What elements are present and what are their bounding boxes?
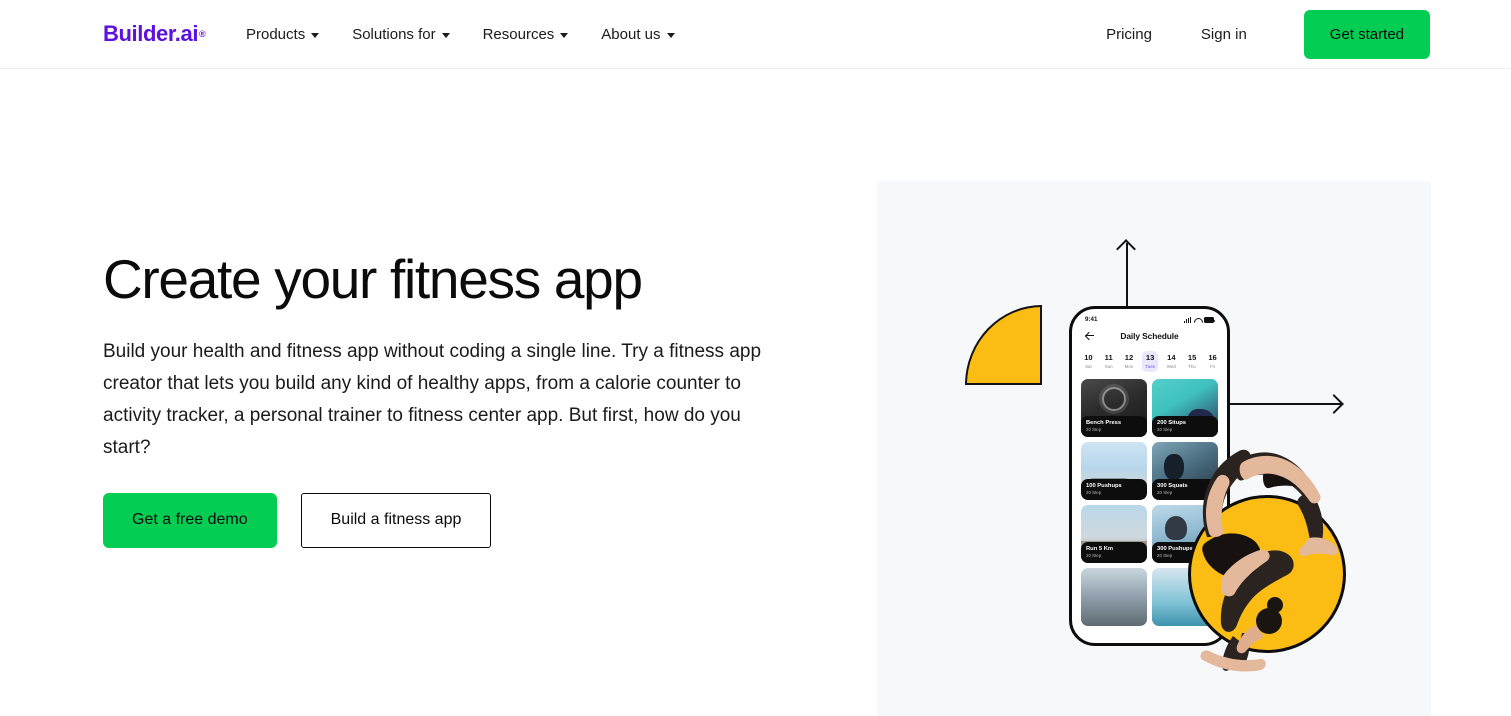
nav-item-about-us[interactable]: About us bbox=[601, 26, 675, 43]
nav-item-resources-label: Resources bbox=[482, 26, 555, 43]
calendar-day-label: Sun bbox=[1104, 364, 1113, 370]
phone-screen-header: Daily Schedule bbox=[1072, 324, 1227, 348]
calendar-day-label: Wed bbox=[1166, 364, 1176, 370]
workout-card[interactable]: 100 Pushups 20 Step bbox=[1081, 442, 1147, 501]
workout-caption: Bench Press 20 Step bbox=[1081, 415, 1147, 438]
calendar-day-label: Thu bbox=[1188, 364, 1196, 370]
workout-card[interactable]: Run 5 Km 20 Step bbox=[1081, 505, 1147, 564]
chevron-down-icon bbox=[441, 33, 450, 38]
calendar-day-number: 12 bbox=[1124, 353, 1134, 362]
calendar-day[interactable]: 11 Sun bbox=[1101, 351, 1115, 372]
workout-steps: 20 Step bbox=[1157, 490, 1173, 496]
calendar-day[interactable]: 14 Wed bbox=[1164, 351, 1179, 372]
calendar-day-number: 13 bbox=[1145, 353, 1155, 362]
registered-trademark-icon: ® bbox=[199, 29, 206, 39]
hero-cta-group: Get a free demo Build a fitness app bbox=[103, 492, 803, 548]
nav-item-solutions-for-label: Solutions for bbox=[352, 26, 436, 43]
get-a-free-demo-button[interactable]: Get a free demo bbox=[103, 492, 277, 548]
workout-steps: 20 Step bbox=[1086, 427, 1102, 433]
calendar-day-label: Mon bbox=[1124, 364, 1134, 370]
primary-nav-menu: Products Solutions for Resources About u… bbox=[246, 0, 708, 69]
workout-thumbnail bbox=[1081, 568, 1147, 627]
workout-title: 100 Pushups bbox=[1086, 482, 1122, 489]
yellow-quarter-circle-shape bbox=[965, 305, 1042, 385]
calendar-day-number: 15 bbox=[1187, 353, 1197, 362]
chevron-down-icon bbox=[560, 33, 569, 38]
workout-steps: 20 Step bbox=[1086, 490, 1102, 496]
hero-illustration-panel: 9:41 Daily Schedule 10 Sat 11 Sun 12 Mon… bbox=[877, 181, 1431, 716]
workout-card[interactable]: 300 Squats 20 Step bbox=[1152, 442, 1218, 501]
calendar-day-number: 10 bbox=[1084, 353, 1093, 362]
workout-title: 300 Squats bbox=[1157, 482, 1188, 489]
nav-item-resources[interactable]: Resources bbox=[483, 26, 569, 43]
nav-item-about-us-label: About us bbox=[601, 26, 661, 43]
sign-in-link[interactable]: Sign in bbox=[1201, 26, 1247, 43]
builder-ai-logo[interactable]: Builder.ai ® bbox=[103, 20, 206, 48]
build-a-fitness-app-button[interactable]: Build a fitness app bbox=[300, 492, 492, 548]
calendar-day-selected[interactable]: 13 Tues bbox=[1142, 351, 1159, 373]
nav-item-pricing[interactable]: Pricing bbox=[1106, 26, 1152, 43]
phone-status-bar: 9:41 bbox=[1072, 309, 1227, 324]
calendar-day-number: 11 bbox=[1104, 353, 1113, 362]
workout-caption: 100 Pushups 20 Step bbox=[1081, 478, 1147, 501]
workout-title: 200 Situps bbox=[1157, 419, 1186, 426]
calendar-day[interactable]: 12 Mon bbox=[1122, 351, 1137, 372]
yellow-circle-shape bbox=[1188, 495, 1346, 653]
workout-title: Run 5 Km bbox=[1086, 545, 1114, 552]
calendar-day-label: Tues bbox=[1145, 364, 1155, 370]
nav-item-products[interactable]: Products bbox=[246, 26, 320, 43]
status-bar-time: 9:41 bbox=[1085, 316, 1098, 323]
workout-card[interactable]: Bench Press 20 Step bbox=[1081, 379, 1147, 438]
calendar-day-label: Fri bbox=[1209, 364, 1216, 370]
hero-copy-block: Create your fitness app Build your healt… bbox=[103, 249, 803, 548]
workout-caption: 300 Squats 20 Step bbox=[1152, 478, 1218, 501]
nav-item-solutions-for[interactable]: Solutions for bbox=[352, 26, 450, 43]
calendar-day[interactable]: 16 Fri bbox=[1205, 351, 1220, 372]
get-started-button[interactable]: Get started bbox=[1303, 10, 1430, 59]
logo-text: Builder.ai bbox=[103, 21, 199, 46]
chevron-down-icon bbox=[311, 33, 320, 38]
workout-caption: Run 5 Km 20 Step bbox=[1081, 541, 1147, 564]
battery-icon bbox=[1204, 317, 1215, 323]
calendar-day-strip: 10 Sat 11 Sun 12 Mon 13 Tues 14 Wed 15 T… bbox=[1072, 348, 1227, 379]
wifi-icon bbox=[1194, 317, 1201, 323]
calendar-day-number: 14 bbox=[1167, 353, 1176, 362]
workout-caption: 200 Situps 20 Step bbox=[1152, 415, 1218, 438]
cellular-signal-icon bbox=[1184, 316, 1191, 323]
hero-description: Build your health and fitness app withou… bbox=[103, 340, 762, 458]
workout-title: Bench Press bbox=[1086, 419, 1122, 426]
calendar-day[interactable]: 15 Thu bbox=[1185, 351, 1200, 372]
workout-steps: 20 Step bbox=[1157, 427, 1173, 433]
hero-section: Create your fitness app Build your healt… bbox=[0, 69, 1511, 716]
nav-actions: Pricing Sign in Get started bbox=[1106, 0, 1430, 69]
calendar-day-number: 16 bbox=[1208, 353, 1217, 362]
page-title: Create your fitness app bbox=[103, 248, 643, 310]
chevron-down-icon bbox=[666, 33, 675, 38]
workout-steps: 20 Step bbox=[1086, 553, 1102, 559]
workout-card[interactable]: 200 Situps 20 Step bbox=[1152, 379, 1218, 438]
top-navigation-bar: Builder.ai ® Products Solutions for Reso… bbox=[0, 0, 1511, 69]
status-bar-icons bbox=[1184, 316, 1215, 323]
calendar-day-label: Sat bbox=[1085, 364, 1092, 370]
phone-screen-title: Daily Schedule bbox=[1120, 330, 1179, 341]
workout-card[interactable] bbox=[1081, 568, 1147, 627]
calendar-day[interactable]: 10 Sat bbox=[1081, 351, 1096, 372]
nav-item-products-label: Products bbox=[246, 26, 306, 43]
